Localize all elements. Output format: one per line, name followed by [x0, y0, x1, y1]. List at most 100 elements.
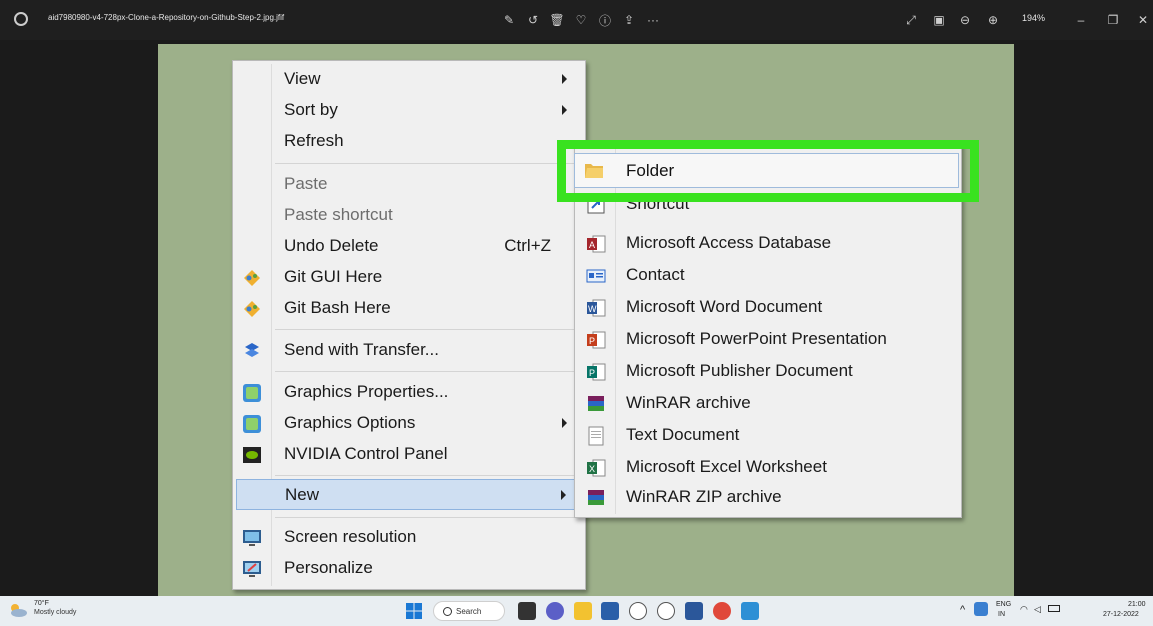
menu-separator	[275, 517, 577, 518]
word-taskbar-icon[interactable]	[685, 602, 703, 620]
menu-item-label: Graphics Properties...	[284, 382, 449, 401]
restore-icon[interactable]: ❐	[1102, 9, 1124, 31]
submenu-item-winrar-archive[interactable]: WinRAR archive	[578, 388, 958, 419]
menu-item-label: Paste shortcut	[284, 205, 393, 224]
expand-icon[interactable]: ⤢	[900, 9, 922, 31]
share-icon[interactable]: ⇪	[618, 9, 640, 31]
cloud-sun-icon	[11, 604, 27, 617]
rotate-icon[interactable]: ↺	[522, 9, 544, 31]
submenu-item-text-document[interactable]: Text Document	[578, 420, 958, 451]
store-icon[interactable]	[601, 602, 619, 620]
menu-item-undo-delete[interactable]: Undo Delete Ctrl+Z	[236, 231, 581, 262]
file-explorer-icon[interactable]	[574, 602, 592, 620]
menu-item-git-gui[interactable]: Git GUI Here	[236, 262, 581, 293]
submenu-item-word-document[interactable]: W Microsoft Word Document	[578, 292, 958, 323]
submenu-item-contact[interactable]: Contact	[578, 260, 958, 291]
close-icon[interactable]: ✕	[1132, 9, 1153, 31]
chat-icon[interactable]	[546, 602, 564, 620]
submenu-arrow-icon	[562, 105, 567, 115]
winrar-icon	[588, 396, 604, 411]
menu-item-label: NVIDIA Control Panel	[284, 444, 448, 463]
language-line-2[interactable]: IN	[998, 611, 1005, 618]
edit-image-icon[interactable]: ✎	[498, 9, 520, 31]
dell-icon[interactable]	[657, 602, 675, 620]
menu-item-label: Personalize	[284, 558, 373, 577]
taskbar-search[interactable]: Search	[433, 601, 505, 621]
file-name: aid7980980-v4-728px-Clone-a-Repository-o…	[48, 13, 285, 22]
submenu-item-label: Contact	[626, 265, 685, 284]
weather-widget[interactable]: 70°F Mostly cloudy	[8, 600, 76, 625]
word-icon: W	[587, 299, 606, 317]
delete-icon[interactable]: 🗑	[546, 9, 568, 31]
menu-item-label: Graphics Options	[284, 413, 416, 432]
menu-item-send-with-transfer[interactable]: Send with Transfer...	[236, 335, 581, 366]
task-view-icon[interactable]	[518, 602, 536, 620]
menu-item-paste[interactable]: Paste	[236, 169, 581, 200]
menu-item-label: Sort by	[284, 100, 338, 119]
minimize-icon[interactable]: –	[1070, 9, 1092, 31]
chrome-icon[interactable]	[713, 602, 731, 620]
submenu-item-label: Microsoft Word Document	[626, 297, 823, 316]
menu-item-personalize[interactable]: Personalize	[236, 553, 581, 584]
photos-taskbar-icon[interactable]	[741, 602, 759, 620]
volume-icon[interactable]: ◁	[1034, 604, 1041, 615]
fit-window-icon[interactable]: ▣	[928, 9, 950, 31]
menu-item-git-bash[interactable]: Git Bash Here	[236, 293, 581, 324]
zoom-out-icon[interactable]: ⊖	[954, 9, 976, 31]
start-icon[interactable]	[405, 602, 423, 620]
menu-item-screen-resolution[interactable]: Screen resolution	[236, 522, 581, 553]
search-label: Search	[456, 607, 482, 616]
menu-item-graphics-properties[interactable]: Graphics Properties...	[236, 377, 581, 408]
battery-icon[interactable]	[1048, 605, 1060, 612]
show-hidden-icons-icon[interactable]: ^	[960, 604, 965, 616]
highlight-box	[557, 140, 979, 202]
menu-separator	[275, 329, 577, 330]
menu-item-graphics-options[interactable]: Graphics Options	[236, 408, 581, 439]
menu-item-refresh[interactable]: Refresh	[236, 126, 581, 157]
weather-temp: 70°F	[34, 600, 49, 607]
menu-item-nvidia-control-panel[interactable]: NVIDIA Control Panel	[236, 439, 581, 470]
menu-item-sort-by[interactable]: Sort by	[236, 95, 581, 126]
submenu-item-label: WinRAR ZIP archive	[626, 487, 782, 506]
menu-item-view[interactable]: View	[236, 64, 581, 95]
publisher-icon: P	[587, 363, 606, 381]
zoom-in-icon[interactable]: ⊕	[982, 9, 1004, 31]
menu-item-label: Screen resolution	[284, 527, 417, 546]
viewer-titlebar: aid7980980-v4-728px-Clone-a-Repository-o…	[0, 0, 1153, 40]
language-line-1[interactable]: ENG	[996, 601, 1011, 608]
more-options-icon[interactable]: ···	[642, 9, 664, 31]
svg-text:A: A	[589, 240, 595, 250]
submenu-arrow-icon	[562, 418, 567, 428]
submenu-item-excel-worksheet[interactable]: X Microsoft Excel Worksheet	[578, 452, 958, 483]
winrar-zip-icon	[588, 490, 604, 505]
transfer-icon	[245, 343, 259, 357]
svg-text:X: X	[589, 464, 595, 474]
submenu-item-powerpoint[interactable]: P Microsoft PowerPoint Presentation	[578, 324, 958, 355]
submenu-item-publisher[interactable]: P Microsoft Publisher Document	[578, 356, 958, 387]
clock-date[interactable]: 27-12-2022	[1103, 611, 1139, 618]
menu-item-label: New	[285, 485, 320, 504]
desktop-context-menu: View Sort by Refresh Paste Paste shortcu…	[232, 60, 586, 590]
onedrive-icon[interactable]	[974, 602, 988, 616]
wifi-icon[interactable]: ◠	[1020, 604, 1028, 615]
git-icon	[244, 270, 260, 286]
submenu-item-winrar-zip[interactable]: WinRAR ZIP archive	[578, 482, 958, 513]
svg-text:W: W	[588, 304, 597, 314]
clock-time[interactable]: 21:00	[1128, 601, 1146, 608]
submenu-item-access-database[interactable]: A Microsoft Access Database	[578, 228, 958, 259]
access-icon: A	[587, 235, 606, 253]
menu-item-label: Git GUI Here	[284, 267, 383, 286]
excel-icon: X	[587, 459, 606, 477]
menu-item-new[interactable]: New	[236, 479, 581, 510]
menu-separator	[275, 163, 577, 164]
submenu-item-label: Microsoft Publisher Document	[626, 361, 853, 380]
info-icon[interactable]: ⓘ	[594, 9, 616, 31]
menu-item-label: Refresh	[284, 131, 344, 150]
app-circle-icon[interactable]	[629, 602, 647, 620]
git-icon	[244, 301, 260, 317]
menu-separator	[275, 475, 577, 476]
menu-item-paste-shortcut[interactable]: Paste shortcut	[236, 200, 581, 231]
submenu-arrow-icon	[561, 490, 566, 500]
favorite-icon[interactable]: ♡	[570, 9, 592, 31]
menu-item-label: Undo Delete	[284, 236, 379, 255]
